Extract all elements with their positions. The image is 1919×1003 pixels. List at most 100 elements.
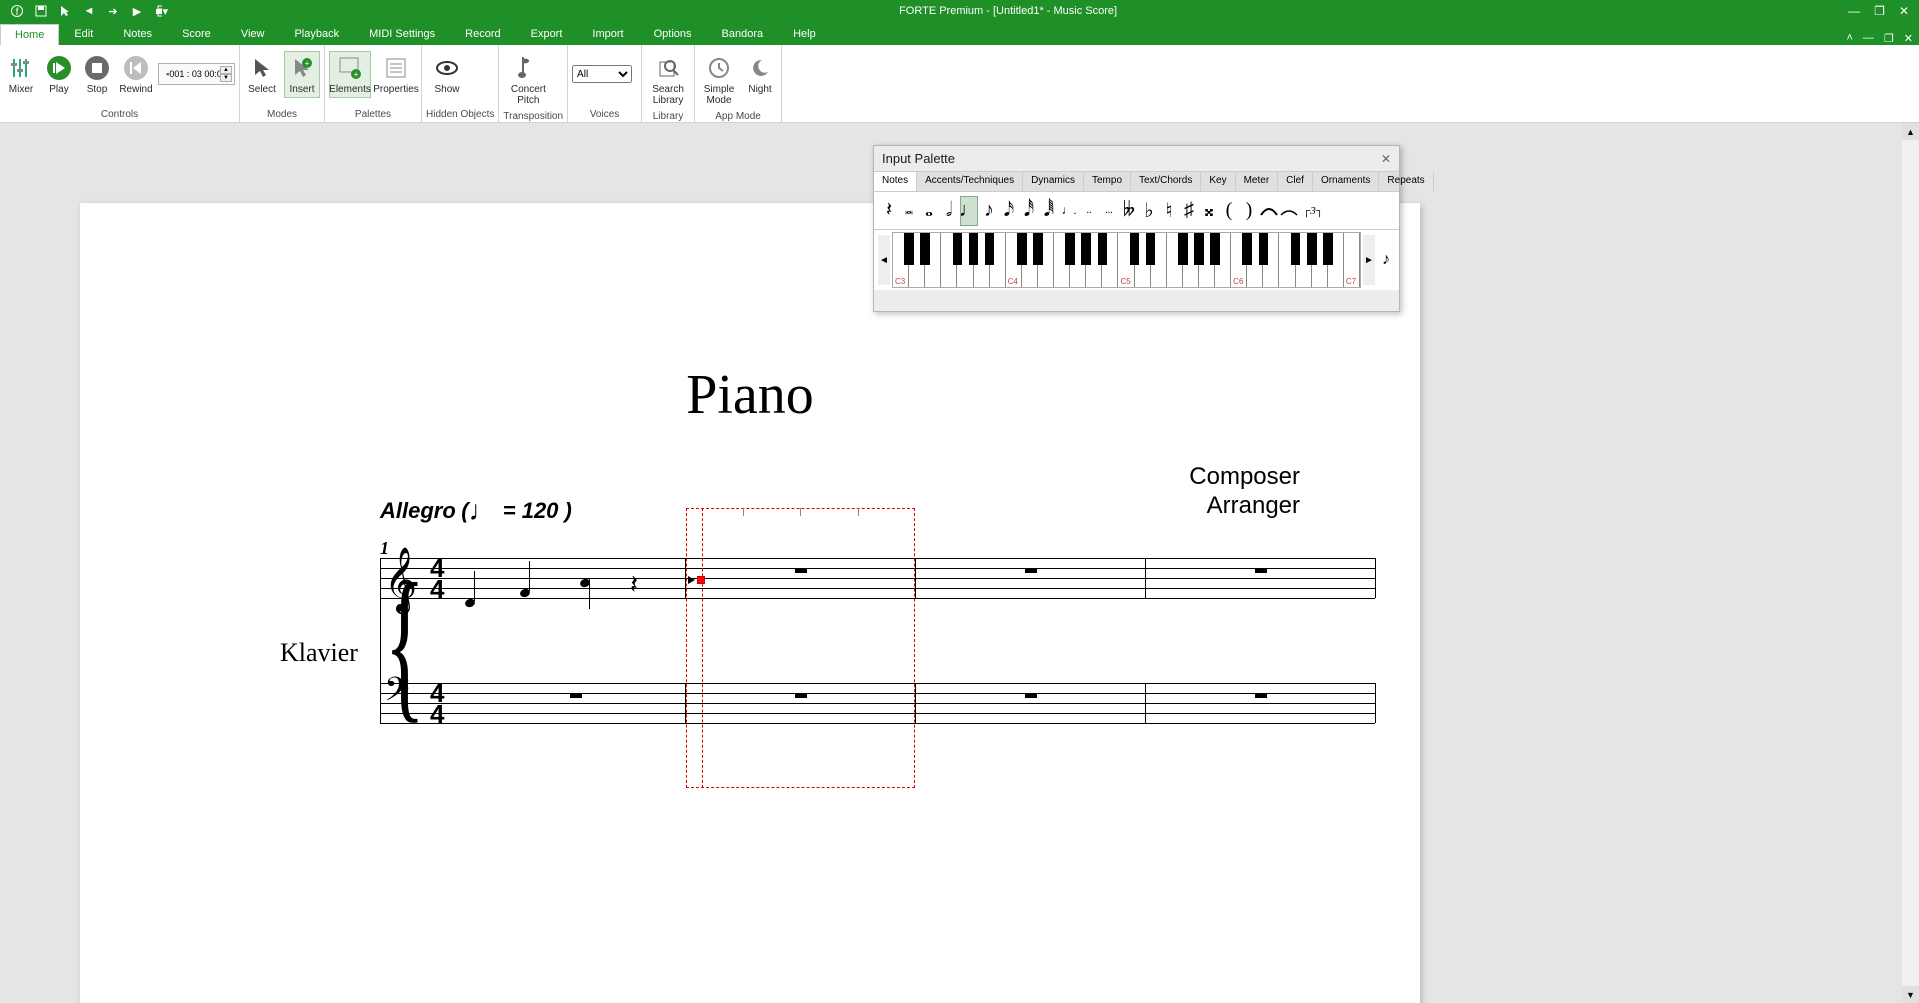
paren-close-icon[interactable]: )	[1240, 196, 1258, 226]
black-key[interactable]	[969, 233, 979, 265]
tab-midi-settings[interactable]: MIDI Settings	[354, 23, 450, 45]
instrument-name[interactable]: Klavier	[280, 638, 358, 668]
tab-export[interactable]: Export	[516, 23, 578, 45]
black-key[interactable]	[1242, 233, 1252, 265]
doc-close-icon[interactable]: ✕	[1904, 32, 1913, 45]
doc-restore-icon[interactable]: ❐	[1884, 32, 1894, 45]
keyboard-right-icon[interactable]: ►	[1363, 235, 1375, 285]
sixtyfourth-note-icon[interactable]: 𝅘𝅥𝅱	[1040, 196, 1058, 226]
palette-tab-clef[interactable]: Clef	[1278, 172, 1313, 191]
whole-note-icon[interactable]: 𝅝	[920, 196, 938, 226]
tab-options[interactable]: Options	[639, 23, 707, 45]
pos-up-icon[interactable]: ▲	[220, 66, 232, 74]
mixer-button[interactable]: Mixer	[4, 51, 38, 98]
black-key[interactable]	[1307, 233, 1317, 265]
black-key[interactable]	[1081, 233, 1091, 265]
print-icon[interactable]: ▾	[154, 4, 168, 18]
elements-button[interactable]: + Elements	[329, 51, 371, 98]
tuplet-icon[interactable]: ┌3┐	[1300, 196, 1326, 226]
tab-notes[interactable]: Notes	[108, 23, 167, 45]
half-note-icon[interactable]: 𝅗𝅥	[940, 196, 958, 226]
properties-button[interactable]: Properties	[375, 51, 417, 98]
black-key[interactable]	[1210, 233, 1220, 265]
tempo-marking[interactable]: Allegro (♩ = 120 )	[380, 493, 572, 525]
black-key[interactable]	[1178, 233, 1188, 265]
black-key[interactable]	[1130, 233, 1140, 265]
palette-close-icon[interactable]: ✕	[1381, 152, 1391, 166]
tab-home[interactable]: Home	[0, 24, 59, 45]
restore-button[interactable]: ❐	[1874, 4, 1885, 18]
vertical-scrollbar[interactable]: ▲ ▼	[1902, 123, 1919, 1003]
show-hidden-button[interactable]: Show	[426, 51, 468, 98]
night-button[interactable]: Night	[743, 51, 777, 98]
close-button[interactable]: ✕	[1899, 4, 1909, 18]
concert-pitch-button[interactable]: Concert Pitch	[503, 51, 553, 109]
black-key[interactable]	[1259, 233, 1269, 265]
palette-titlebar[interactable]: Input Palette ✕	[874, 146, 1399, 172]
voices-select[interactable]: All	[572, 65, 632, 83]
eighth-note-icon[interactable]: ♪	[980, 196, 998, 226]
tab-playback[interactable]: Playback	[279, 23, 354, 45]
cursor-icon[interactable]	[58, 4, 72, 18]
simple-mode-button[interactable]: Simple Mode	[699, 51, 739, 109]
black-key[interactable]	[1017, 233, 1027, 265]
palette-tab-key[interactable]: Key	[1201, 172, 1235, 191]
palette-tab-ornaments[interactable]: Ornaments	[1313, 172, 1379, 191]
black-key[interactable]	[1146, 233, 1156, 265]
black-key[interactable]	[953, 233, 963, 265]
insert-button[interactable]: + Insert	[284, 51, 320, 98]
dot-icon[interactable]: ♩.	[1060, 196, 1078, 226]
piano-keyboard[interactable]: C3C4C5C6C7	[892, 232, 1361, 288]
palette-tab-notes[interactable]: Notes	[874, 172, 917, 191]
tab-score[interactable]: Score	[167, 23, 226, 45]
black-key[interactable]	[1098, 233, 1108, 265]
grand-staff[interactable]: { 𝄞 𝄢 44	[380, 558, 1375, 728]
tab-edit[interactable]: Edit	[59, 23, 108, 45]
palette-tab-dynamics[interactable]: Dynamics	[1023, 172, 1084, 191]
tab-import[interactable]: Import	[577, 23, 638, 45]
position-display[interactable]: ▪001 : 03 00:01 ▲▼	[158, 63, 235, 85]
save-icon[interactable]	[34, 4, 48, 18]
app-icon[interactable]: f	[10, 4, 24, 18]
palette-tab-meter[interactable]: Meter	[1236, 172, 1279, 191]
play-icon[interactable]: ▶	[130, 4, 144, 18]
play-button[interactable]: Play	[42, 51, 76, 98]
forward-icon[interactable]: ➔	[106, 4, 120, 18]
palette-tab-repeats[interactable]: Repeats	[1379, 172, 1433, 191]
ribbon-collapse-icon[interactable]: ˄	[1846, 32, 1852, 45]
score-title[interactable]: Piano	[80, 363, 1420, 427]
tab-record[interactable]: Record	[450, 23, 515, 45]
black-key[interactable]	[985, 233, 995, 265]
thirtysecond-note-icon[interactable]: 𝅘𝅥𝅰	[1020, 196, 1038, 226]
palette-tab-accents[interactable]: Accents/Techniques	[917, 172, 1023, 191]
double-whole-icon[interactable]: 𝅜	[900, 196, 918, 226]
double-dot-icon[interactable]: ..	[1080, 196, 1098, 226]
keyboard-extra-icon[interactable]: ♪	[1377, 235, 1395, 285]
rewind-button[interactable]: Rewind	[118, 51, 154, 98]
double-flat-icon[interactable]: 𝄫	[1120, 196, 1138, 226]
flat-icon[interactable]: ♭	[1140, 196, 1158, 226]
keyboard-left-icon[interactable]: ◄	[878, 235, 890, 285]
black-key[interactable]	[920, 233, 930, 265]
black-key[interactable]	[1291, 233, 1301, 265]
triple-dot-icon[interactable]: ...	[1100, 196, 1118, 226]
natural-icon[interactable]: ♮	[1160, 196, 1178, 226]
search-library-button[interactable]: Search Library	[646, 51, 690, 109]
sixteenth-note-icon[interactable]: 𝅘𝅥𝅯	[1000, 196, 1018, 226]
palette-tab-text[interactable]: Text/Chords	[1131, 172, 1201, 191]
tab-bandora[interactable]: Bandora	[707, 23, 779, 45]
double-sharp-icon[interactable]: 𝄪	[1200, 196, 1218, 226]
doc-minimize-icon[interactable]: —	[1863, 32, 1874, 45]
score-page[interactable]: Piano Composer Arranger Allegro (♩ = 120…	[80, 203, 1420, 1003]
tab-view[interactable]: View	[226, 23, 280, 45]
scroll-up-icon[interactable]: ▲	[1902, 123, 1919, 140]
slur-icon[interactable]	[1280, 196, 1298, 226]
sharp-icon[interactable]: ♯	[1180, 196, 1198, 226]
black-key[interactable]	[1033, 233, 1043, 265]
paren-open-icon[interactable]: (	[1220, 196, 1238, 226]
pos-down-icon[interactable]: ▼	[220, 74, 232, 82]
black-key[interactable]	[904, 233, 914, 265]
tab-help[interactable]: Help	[778, 23, 831, 45]
tie-icon[interactable]	[1260, 196, 1278, 226]
black-key[interactable]	[1323, 233, 1333, 265]
